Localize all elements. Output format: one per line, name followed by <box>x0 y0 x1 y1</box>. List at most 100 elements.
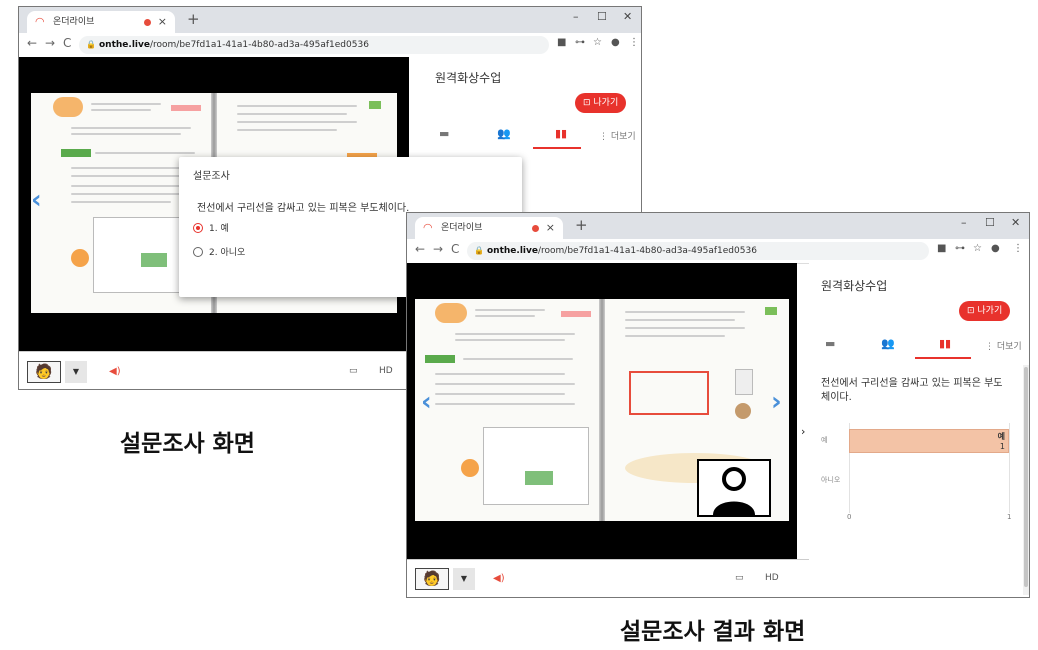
user-camera-thumbnail[interactable]: 🧑 <box>415 568 449 590</box>
more-button[interactable]: ⋮ 더보기 <box>599 129 636 142</box>
x-tick-1: 1 <box>1007 513 1012 521</box>
survey-screen-caption: 설문조사 화면 <box>120 431 255 457</box>
panel-title: 원격화상수업 <box>435 71 502 85</box>
active-tab-indicator <box>915 357 971 359</box>
survey-option-yes[interactable]: 1. 예 <box>193 221 229 234</box>
radio-selected-icon[interactable] <box>193 223 203 233</box>
close-window-button[interactable]: ✕ <box>1011 216 1020 229</box>
page-decoration <box>53 97 83 117</box>
site-logo-icon: ◠ <box>35 15 45 28</box>
url-host: onthe.live <box>487 246 538 256</box>
y-category-label: 아니오 <box>821 476 841 484</box>
bar-data-label: 예1 <box>997 432 1005 451</box>
survey-tab-icon[interactable]: ▮▮ <box>555 127 567 140</box>
media-toolbar: 🧑 ▼ ◀) ▭ HD <box>19 351 409 389</box>
speaker-icon[interactable]: ◀) <box>493 573 505 584</box>
maximize-button[interactable]: ☐ <box>597 10 607 23</box>
url-field[interactable]: 🔒 onthe.live/room/be7fd1a1-41a1-4b80-ad3… <box>467 242 929 260</box>
chat-tab-icon[interactable]: ▬ <box>825 337 835 350</box>
prev-page-arrow-icon[interactable]: ‹ <box>421 387 432 417</box>
panel-collapse-icon[interactable]: › <box>801 425 805 438</box>
key-icon[interactable]: ⊶ <box>955 243 965 254</box>
url-path: /room/be7fd1a1-41a1-4b80-ad3a-495af1ed05… <box>149 40 369 50</box>
close-window-button[interactable]: ✕ <box>623 10 632 23</box>
survey-question: 전선에서 구리선을 감싸고 있는 피복은 부도체이다. <box>197 203 410 214</box>
screen-share-icon[interactable]: ▭ <box>349 366 358 376</box>
exit-button[interactable]: ⊡ 나가기 <box>575 93 627 113</box>
close-tab-icon[interactable]: × <box>546 217 555 239</box>
key-icon[interactable]: ⊶ <box>575 37 585 48</box>
user-camera-thumbnail[interactable]: 🧑 <box>27 361 61 383</box>
active-tab-indicator <box>533 147 581 149</box>
forward-button[interactable]: → <box>433 242 443 256</box>
panel-title: 원격화상수업 <box>821 279 888 293</box>
prev-page-arrow-icon[interactable]: ‹ <box>31 185 42 215</box>
more-button[interactable]: ⋮ 더보기 <box>985 339 1022 352</box>
result-screen-caption: 설문조사 결과 화면 <box>620 619 806 645</box>
media-toolbar: 🧑 ▼ ◀) ▭ HD <box>407 559 809 597</box>
reload-button[interactable]: C <box>451 242 459 256</box>
address-bar: ← → C 🔒 onthe.live/room/be7fd1a1-41a1-4b… <box>19 33 641 58</box>
left-page <box>415 299 599 521</box>
result-screen-screenshot: ◠ 온더라이브 × + – ☐ ✕ ← → C 🔒 onthe.live/roo… <box>406 212 1030 598</box>
minimize-button[interactable]: – <box>573 10 579 23</box>
camera-dropdown[interactable]: ▼ <box>65 361 87 383</box>
tab-title: 온더라이브 <box>53 17 95 27</box>
exit-button[interactable]: ⊡ 나가기 <box>959 301 1011 321</box>
close-tab-icon[interactable]: × <box>158 11 167 33</box>
survey-tab-icon[interactable]: ▮▮ <box>939 337 951 350</box>
camera-icon[interactable]: ■ <box>557 37 566 48</box>
url-path: /room/be7fd1a1-41a1-4b80-ad3a-495af1ed05… <box>537 246 757 256</box>
page-decoration <box>435 303 467 323</box>
profile-icon[interactable]: ● <box>991 243 1000 254</box>
camera-icon[interactable]: ■ <box>937 243 946 254</box>
recording-icon <box>532 225 539 232</box>
back-button[interactable]: ← <box>27 36 37 50</box>
browser-tab[interactable]: ◠ 온더라이브 × <box>415 217 563 239</box>
menu-icon[interactable]: ⋮ <box>629 37 639 48</box>
menu-icon[interactable]: ⋮ <box>1013 243 1023 254</box>
next-page-arrow-icon[interactable]: › <box>771 387 782 417</box>
hd-icon[interactable]: HD <box>765 573 779 583</box>
participant-video[interactable] <box>697 459 771 517</box>
reload-button[interactable]: C <box>63 36 71 50</box>
tab-bar: ◠ 온더라이브 × + – ☐ ✕ <box>19 7 641 33</box>
screen-share-icon[interactable]: ▭ <box>735 573 744 583</box>
option-label: 2. 아니오 <box>209 248 246 258</box>
hd-icon[interactable]: HD <box>379 366 393 376</box>
result-chart: 예 예 1 아니오 0 1 <box>821 419 1017 523</box>
star-icon[interactable]: ☆ <box>593 37 602 48</box>
address-bar: ← → C 🔒 onthe.live/room/be7fd1a1-41a1-4b… <box>407 239 1029 264</box>
site-logo-icon: ◠ <box>423 221 433 234</box>
y-category-label: 예 <box>821 436 828 444</box>
lock-icon: 🔒 <box>474 246 484 255</box>
tab-title: 온더라이브 <box>441 223 483 233</box>
url-field[interactable]: 🔒 onthe.live/room/be7fd1a1-41a1-4b80-ad3… <box>79 36 549 54</box>
maximize-button[interactable]: ☐ <box>985 216 995 229</box>
back-button[interactable]: ← <box>415 242 425 256</box>
camera-dropdown[interactable]: ▼ <box>453 568 475 590</box>
browser-tab[interactable]: ◠ 온더라이브 × <box>27 11 175 33</box>
profile-icon[interactable]: ● <box>611 37 620 48</box>
star-icon[interactable]: ☆ <box>973 243 982 254</box>
participants-tab-icon[interactable]: 👥 <box>497 127 511 140</box>
recording-icon <box>144 19 151 26</box>
new-tab-button[interactable]: + <box>575 216 588 234</box>
chart-grid-line <box>1009 423 1010 513</box>
new-tab-button[interactable]: + <box>187 10 200 28</box>
forward-button[interactable]: → <box>45 36 55 50</box>
option-label: 1. 예 <box>209 224 229 234</box>
person-silhouette-icon <box>713 467 755 515</box>
participants-tab-icon[interactable]: 👥 <box>881 337 895 350</box>
chat-tab-icon[interactable]: ▬ <box>439 127 449 140</box>
minimize-button[interactable]: – <box>961 216 967 229</box>
panel-scrollbar[interactable] <box>1023 365 1029 595</box>
tab-bar: ◠ 온더라이브 × + – ☐ ✕ <box>407 213 1029 239</box>
radio-unselected-icon[interactable] <box>193 247 203 257</box>
lock-icon: 🔒 <box>86 40 96 49</box>
x-tick-0: 0 <box>847 513 852 521</box>
result-question: 전선에서 구리선을 감싸고 있는 피복은 부도체이다. <box>821 378 1003 403</box>
survey-option-no[interactable]: 2. 아니오 <box>193 245 245 258</box>
url-host: onthe.live <box>99 40 150 50</box>
speaker-icon[interactable]: ◀) <box>109 366 121 377</box>
